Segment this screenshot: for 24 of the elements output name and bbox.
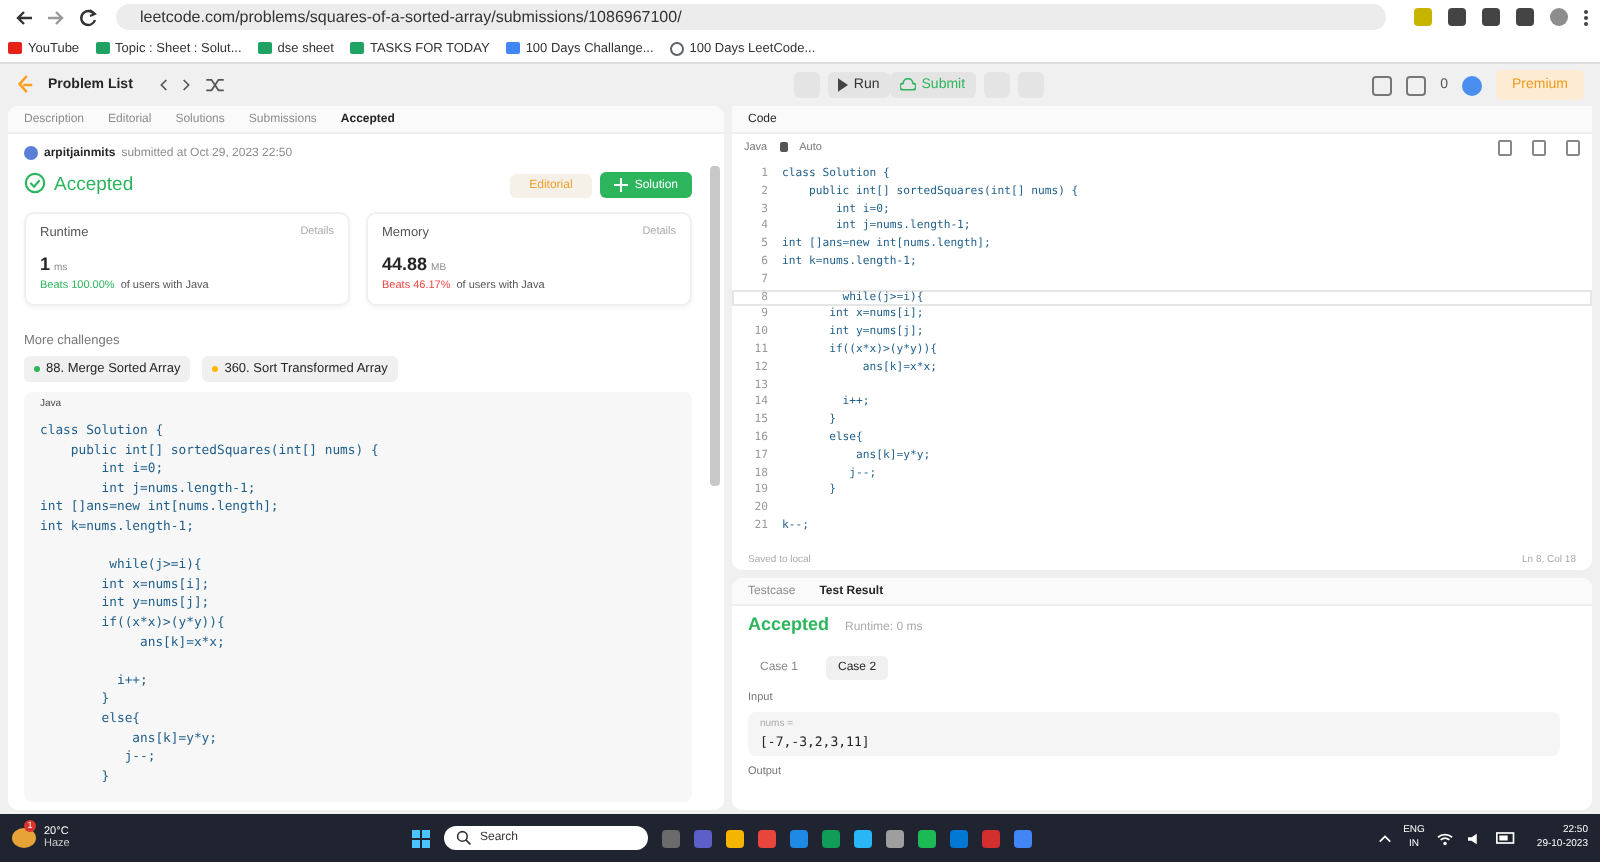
reload-icon[interactable] — [76, 5, 100, 29]
stat-value: 1 — [40, 254, 51, 274]
previous-icon[interactable] — [158, 78, 169, 92]
cloud-upload-icon — [899, 78, 916, 92]
forward-icon[interactable] — [44, 5, 68, 29]
user-avatar[interactable] — [1461, 75, 1482, 95]
user-avatar — [24, 146, 38, 160]
search-icon — [456, 830, 472, 846]
stat-value: 44.88 — [382, 254, 428, 274]
shuffle-icon[interactable] — [206, 78, 225, 92]
back-icon[interactable] — [12, 5, 36, 29]
status-title: Accepted — [54, 174, 134, 196]
scrollbar[interactable] — [710, 166, 720, 486]
result-status: Accepted — [748, 614, 830, 634]
battery-icon[interactable] — [1496, 832, 1517, 844]
address-bar[interactable]: leetcode.com/problems/squares-of-a-sorted-array/submissions/1086967100/ — [116, 4, 1386, 30]
plus-icon — [614, 178, 629, 192]
start-icon[interactable] — [412, 829, 430, 847]
next-icon[interactable] — [182, 78, 193, 92]
weather-icon[interactable] — [12, 828, 36, 848]
chevron-icon[interactable] — [1377, 833, 1392, 843]
wifi-icon[interactable] — [1436, 831, 1455, 845]
profile-avatar[interactable] — [1550, 8, 1568, 26]
play-icon — [837, 78, 848, 92]
